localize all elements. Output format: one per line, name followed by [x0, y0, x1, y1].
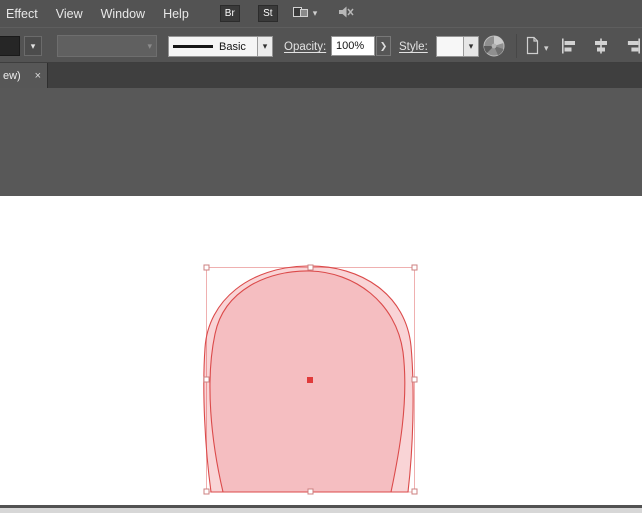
fill-color-swatch[interactable]: [0, 36, 20, 56]
align-center-button[interactable]: [590, 36, 611, 56]
stock-button[interactable]: St: [257, 5, 278, 22]
handle-bottom-right[interactable]: [411, 488, 418, 495]
fill-color-dropdown[interactable]: ▾: [24, 36, 42, 56]
shape-center-point[interactable]: [307, 377, 313, 383]
document-tab[interactable]: ew) ×: [0, 63, 48, 88]
align-buttons: [558, 36, 642, 56]
chevron-down-icon: ▾: [468, 41, 474, 51]
graphic-style-link[interactable]: Style:: [399, 41, 428, 53]
brush-dropdown-arrow[interactable]: ▾: [257, 37, 272, 56]
pasteboard[interactable]: [0, 88, 642, 196]
align-right-icon: [627, 38, 640, 54]
align-center-icon: [594, 38, 607, 54]
divider: [516, 34, 517, 58]
illustrator-window: Effect View Window Help Br St ▾ ▾ ▾ Basi…: [0, 0, 642, 513]
artboard-canvas[interactable]: [0, 196, 642, 505]
graphic-style-dropdown[interactable]: ▾: [436, 36, 479, 57]
handle-middle-right[interactable]: [411, 376, 418, 383]
handle-top-center[interactable]: [307, 264, 314, 271]
artwork-layer: [203, 264, 418, 495]
align-left-button[interactable]: [558, 36, 579, 56]
graphic-style-swatch: [437, 37, 463, 56]
muted-audio-button[interactable]: [337, 4, 355, 23]
menu-help[interactable]: Help: [154, 0, 198, 27]
chevron-down-icon: ▾: [544, 42, 549, 53]
brush-name: Basic: [219, 40, 246, 53]
opacity-input[interactable]: [331, 36, 375, 56]
chevron-down-icon: ▾: [312, 8, 318, 18]
handle-bottom-center[interactable]: [307, 488, 314, 495]
color-wheel-icon: [482, 35, 506, 62]
brush-preview: Basic: [169, 37, 257, 56]
graphic-style-arrow[interactable]: ▾: [463, 37, 478, 56]
document-setup-button[interactable]: ▾: [524, 36, 549, 60]
document-tab-label: ew): [3, 69, 21, 82]
bridge-button[interactable]: Br: [219, 5, 240, 22]
align-left-icon: [561, 38, 575, 54]
recolor-artwork-button[interactable]: [482, 34, 506, 63]
workspace-icon: [292, 5, 309, 23]
opacity-panel-expand-button[interactable]: ❯: [376, 36, 391, 56]
menu-effect[interactable]: Effect: [0, 0, 47, 27]
document-icon: [524, 36, 540, 60]
align-right-button[interactable]: [622, 36, 642, 56]
muted-audio-icon: [337, 4, 355, 23]
menu-window[interactable]: Window: [92, 0, 154, 27]
variable-width-profile-dropdown: ▾: [57, 35, 157, 57]
menu-view[interactable]: View: [47, 0, 92, 27]
handle-middle-left[interactable]: [203, 376, 210, 383]
close-icon[interactable]: ×: [35, 70, 41, 82]
chevron-down-icon: ▾: [262, 41, 268, 51]
opacity-link[interactable]: Opacity:: [284, 41, 326, 53]
chevron-right-icon: ❯: [379, 40, 388, 51]
control-bar: ▾ ▾ Basic ▾ Opacity: ❯ Style: ▾: [0, 27, 642, 63]
workspace-switcher[interactable]: ▾: [292, 5, 318, 23]
handle-top-left[interactable]: [203, 264, 210, 271]
scrollbar-track[interactable]: [0, 508, 642, 513]
menu-bar: Effect View Window Help Br St ▾: [0, 0, 642, 27]
document-tab-bar: ew) ×: [0, 63, 642, 88]
brush-stroke-preview: [173, 45, 213, 48]
chevron-down-icon: ▾: [147, 40, 152, 51]
handle-bottom-left[interactable]: [203, 488, 210, 495]
chevron-down-icon: ▾: [30, 40, 36, 51]
handle-top-right[interactable]: [411, 264, 418, 271]
brush-definition-dropdown[interactable]: Basic ▾: [168, 36, 273, 57]
